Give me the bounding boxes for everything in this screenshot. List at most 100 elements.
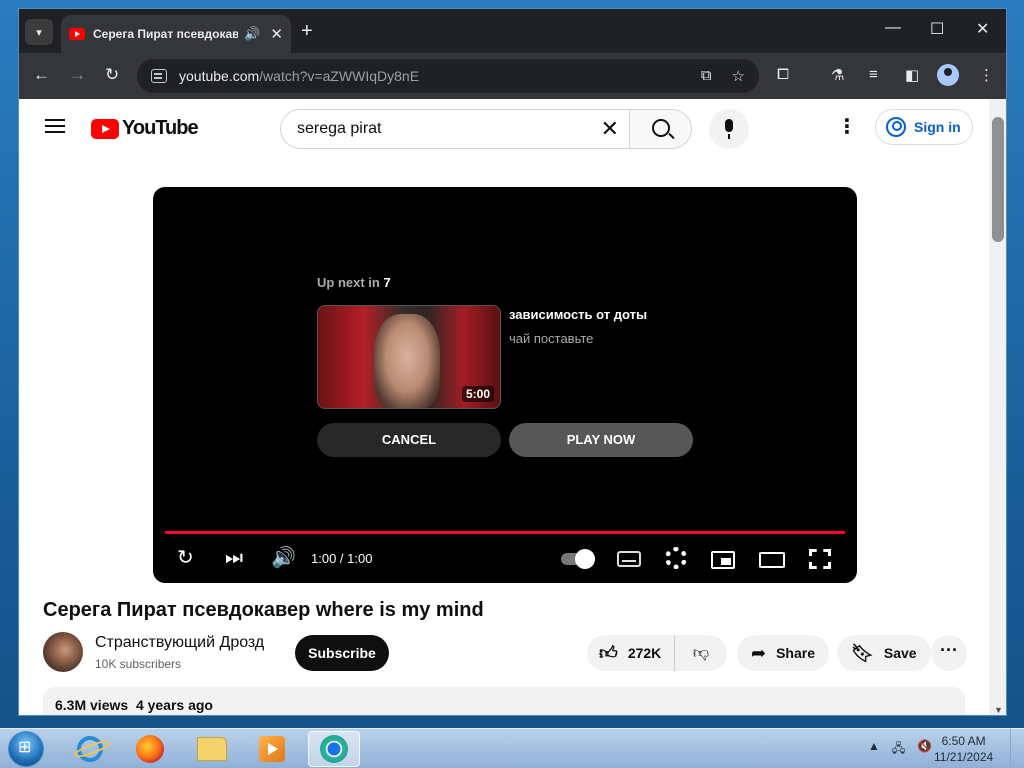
clock-time: 6:50 AM: [941, 734, 986, 748]
install-app-icon[interactable]: ⧉: [701, 67, 712, 85]
up-next-seconds: 7: [383, 275, 391, 290]
youtube-page: YouTube serega pirat ✕ ⋮ Sign in Up next…: [19, 99, 989, 715]
url-host: youtube.com: [179, 68, 260, 84]
profile-icon[interactable]: [937, 64, 959, 86]
fullscreen-icon[interactable]: [809, 549, 831, 569]
reload-button[interactable]: ↻: [105, 65, 119, 85]
channel-name[interactable]: Странствующий Дрозд: [95, 634, 264, 652]
menu-kebab-icon[interactable]: ⋮: [979, 66, 994, 84]
up-next-prefix: Up next in: [317, 275, 380, 290]
address-bar[interactable]: youtube.com/watch?v=aZWWIqDy8nE ⧉ ☆: [137, 59, 759, 93]
video-title: Серега Пират псевдокавер where is my min…: [43, 599, 484, 621]
search-button[interactable]: [629, 109, 692, 149]
taskbar-app-explorer[interactable]: [186, 731, 238, 767]
show-hidden-icons[interactable]: ▲: [868, 739, 880, 760]
start-button[interactable]: [8, 731, 44, 767]
hamburger-menu-icon[interactable]: [45, 119, 65, 133]
progress-bar[interactable]: [165, 531, 845, 534]
volume-icon[interactable]: 🔊: [271, 547, 296, 569]
like-button[interactable]: 👍︎ 272K: [587, 635, 675, 671]
sign-in-button[interactable]: Sign in: [875, 109, 973, 145]
more-actions-button[interactable]: ···: [931, 635, 967, 671]
firefox-icon: [136, 735, 164, 763]
taskbar-app-ie[interactable]: [64, 731, 116, 767]
youtube-favicon-icon: [69, 28, 85, 40]
miniplayer-icon[interactable]: [711, 551, 735, 569]
network-icon[interactable]: 🖧: [892, 739, 905, 760]
channel-subscribers: 10K subscribers: [95, 657, 182, 671]
like-count: 272K: [627, 645, 662, 661]
taskbar-app-firefox[interactable]: [124, 731, 176, 767]
file-explorer-icon: [197, 737, 227, 761]
forward-button[interactable]: →: [69, 65, 86, 85]
extensions-icon[interactable]: ⧠: [777, 66, 789, 83]
youtube-logo[interactable]: YouTube: [91, 117, 199, 140]
video-player[interactable]: Up next in 7 5:00 зависимость от доты ча…: [153, 187, 857, 583]
taskbar-clock[interactable]: 6:50 AM 11/21/2024: [934, 733, 993, 765]
next-video-icon[interactable]: ⏭: [225, 547, 243, 569]
tab-title: Серега Пират псевдокавер where is my min…: [93, 27, 238, 41]
next-video-channel: чай поставьте: [509, 331, 594, 346]
subtitles-icon[interactable]: [617, 551, 641, 567]
back-button[interactable]: ←: [33, 65, 50, 85]
site-info-icon[interactable]: [151, 69, 167, 83]
account-icon: [886, 117, 906, 137]
minimize-button[interactable]: —: [885, 19, 901, 37]
internet-explorer-icon: [77, 736, 103, 762]
next-video-title[interactable]: зависимость от доты: [509, 307, 647, 322]
search-input[interactable]: serega pirat ✕: [280, 109, 630, 149]
chevron-down-icon: ▾: [36, 26, 42, 39]
tab-audio-playing-icon[interactable]: 🔊: [244, 26, 260, 42]
media-player-icon: [259, 736, 285, 762]
show-desktop-button[interactable]: [1010, 729, 1024, 768]
channel-avatar[interactable]: [43, 632, 83, 672]
taskbar-app-chrome[interactable]: [308, 731, 360, 767]
next-video-thumbnail[interactable]: 5:00: [317, 305, 501, 409]
voice-search-button[interactable]: [709, 109, 749, 149]
page-scrollbar[interactable]: ▼: [989, 99, 1006, 715]
play-now-button[interactable]: PLAY NOW: [509, 423, 693, 457]
tab-search-button[interactable]: ▾: [25, 19, 53, 45]
settings-kebab-icon[interactable]: ⋮: [837, 117, 857, 137]
clear-search-icon[interactable]: ✕: [601, 117, 619, 141]
tab-close-icon[interactable]: ✕: [270, 25, 283, 43]
browser-window: ▾ Серега Пират псевдокавер where is my m…: [18, 8, 1007, 716]
bookmark-star-icon[interactable]: ☆: [732, 67, 745, 85]
system-tray: ▲ 🖧 🔇: [868, 739, 932, 760]
media-control-icon[interactable]: ≡: [869, 66, 878, 83]
gear-icon[interactable]: [665, 547, 687, 569]
time-display: 1:00 / 1:00: [311, 551, 373, 566]
thumbs-down-icon: 👎︎: [692, 644, 710, 662]
autoplay-toggle[interactable]: [561, 549, 595, 569]
next-video-duration: 5:00: [461, 386, 494, 402]
youtube-header: YouTube serega pirat ✕ ⋮ Sign in: [19, 99, 989, 155]
scroll-down-arrow-icon[interactable]: ▼: [994, 705, 1003, 715]
browser-toolbar: ← → ↻ youtube.com/watch?v=aZWWIqDy8nE ⧉ …: [19, 53, 1006, 99]
share-label: Share: [776, 645, 816, 661]
taskbar-app-media[interactable]: [246, 731, 298, 767]
browser-tab-active[interactable]: Серега Пират псевдокавер where is my min…: [61, 15, 291, 53]
subscribe-button[interactable]: Subscribe: [295, 635, 389, 671]
sign-in-label: Sign in: [914, 119, 961, 135]
youtube-play-logo-icon: [91, 118, 119, 139]
share-button[interactable]: ➦ Share: [737, 635, 830, 671]
dislike-button[interactable]: 👎︎: [675, 635, 727, 671]
volume-muted-icon[interactable]: 🔇: [917, 739, 932, 760]
save-button[interactable]: 🔖︎ Save: [837, 635, 931, 671]
thumbs-up-icon: 👍︎: [599, 643, 618, 663]
up-next-countdown: Up next in 7: [317, 275, 391, 290]
chrome-icon: [320, 735, 348, 763]
tab-strip: ▾ Серега Пират псевдокавер where is my m…: [19, 9, 1006, 53]
description-box[interactable]: 6.3M views 4 years ago: [43, 687, 965, 715]
cancel-autoplay-button[interactable]: CANCEL: [317, 423, 501, 457]
maximize-button[interactable]: ☐: [930, 19, 944, 39]
scrollbar-thumb[interactable]: [992, 117, 1004, 242]
theater-mode-icon[interactable]: [759, 552, 785, 568]
replay-icon[interactable]: ↻: [177, 547, 194, 569]
youtube-logo-text: YouTube: [122, 117, 199, 139]
windows-taskbar: ▲ 🖧 🔇 6:50 AM 11/21/2024: [0, 728, 1024, 768]
close-window-button[interactable]: ✕: [976, 19, 989, 39]
new-tab-button[interactable]: +: [301, 21, 313, 41]
labs-flask-icon[interactable]: ⚗: [831, 66, 844, 84]
side-panel-icon[interactable]: ◧: [905, 66, 919, 84]
